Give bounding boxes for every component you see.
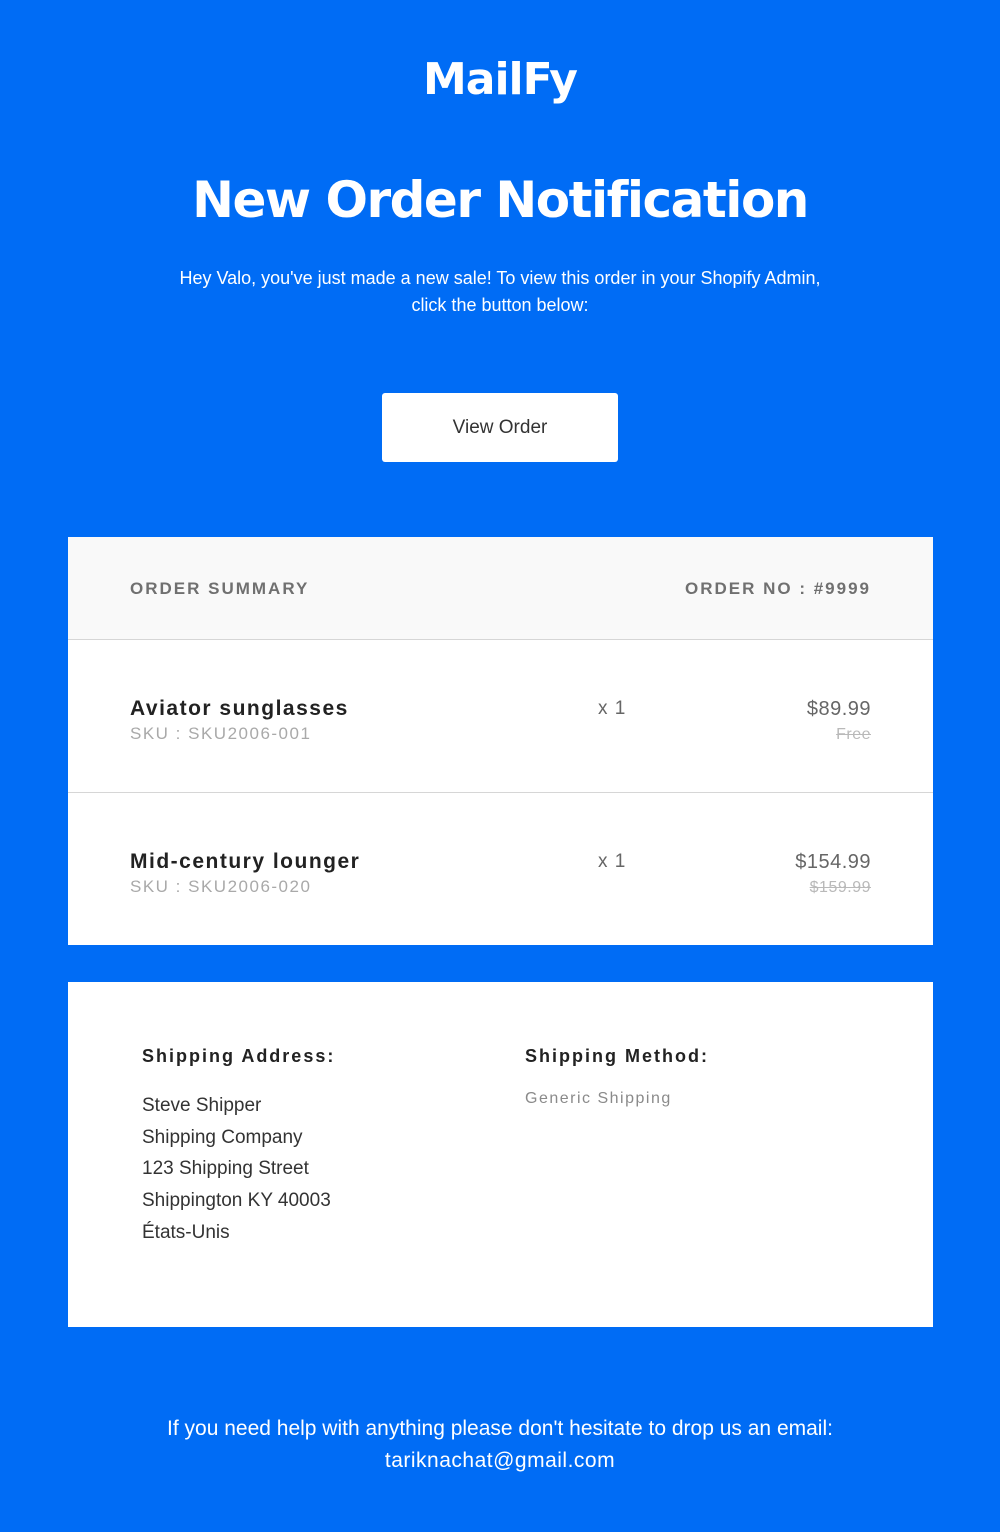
address-line-company: Shipping Company xyxy=(142,1126,303,1148)
order-summary-title: ORDER SUMMARY xyxy=(130,579,310,598)
item-price: $154.99 xyxy=(795,851,871,873)
item-name: Mid-century lounger xyxy=(130,850,361,873)
item-quantity: x 1 xyxy=(598,698,627,719)
footer: If you need help with anything please do… xyxy=(0,1413,1000,1477)
address-line-country: États-Unis xyxy=(142,1221,230,1243)
address-line-name: Steve Shipper xyxy=(142,1095,262,1116)
shipping-method-heading: Shipping Method: xyxy=(525,1046,709,1066)
item-price: $89.99 xyxy=(806,698,871,720)
address-line-city: Shippington KY 40003 xyxy=(142,1190,331,1212)
item-original-price: Free xyxy=(836,726,871,743)
intro-text: Hey Valo, you've just made a new sale! T… xyxy=(179,268,821,315)
shipping-address-heading: Shipping Address: xyxy=(142,1046,336,1066)
item-original-price: $159.99 xyxy=(809,879,871,896)
shipping-address: Steve Shipper Shipping Company 123 Shipp… xyxy=(142,1090,331,1249)
order-summary-header: ORDER SUMMARY ORDER NO : #9999 xyxy=(68,537,933,640)
order-item-row: Mid-century lounger SKU : SKU2006-020 x … xyxy=(68,793,933,945)
item-quantity: x 1 xyxy=(598,851,627,872)
support-email-link[interactable]: tariknachat@gmail.com xyxy=(385,1449,615,1472)
footer-help-text: If you need help with anything please do… xyxy=(167,1417,833,1440)
item-sku: SKU : SKU2006-020 xyxy=(130,877,312,896)
brand-logo: MailFy xyxy=(423,54,578,105)
order-summary-card: ORDER SUMMARY ORDER NO : #9999 Aviator s… xyxy=(68,537,933,945)
order-item-row: Aviator sunglasses SKU : SKU2006-001 x 1… xyxy=(68,640,933,793)
item-sku: SKU : SKU2006-001 xyxy=(130,724,312,743)
shipping-card: Shipping Address: Steve Shipper Shipping… xyxy=(68,982,933,1327)
view-order-button[interactable]: View Order xyxy=(382,393,618,462)
page-title: New Order Notification xyxy=(192,171,809,229)
order-number: ORDER NO : #9999 xyxy=(685,579,871,598)
address-line-street: 123 Shipping Street xyxy=(142,1158,309,1180)
item-name: Aviator sunglasses xyxy=(130,697,349,720)
shipping-method-value: Generic Shipping xyxy=(525,1090,672,1107)
